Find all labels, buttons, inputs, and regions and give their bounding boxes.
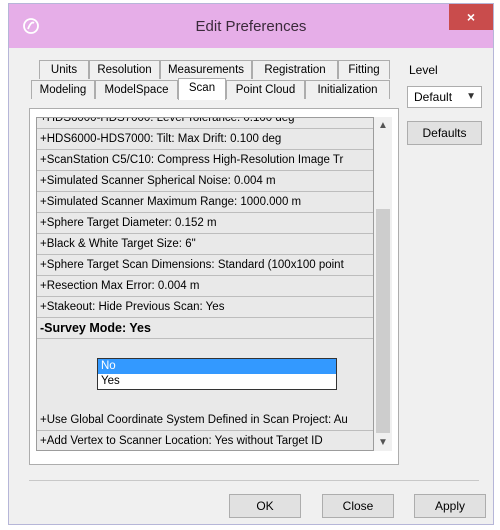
tab-measurements[interactable]: Measurements — [160, 60, 252, 79]
level-value: Default — [414, 90, 453, 104]
ok-button[interactable]: OK — [229, 494, 301, 518]
window-title: Edit Preferences — [195, 18, 307, 35]
chevron-down-icon: ▼ — [466, 91, 476, 102]
title-bar: Edit Preferences × — [9, 4, 493, 48]
list-item[interactable]: +Resection Max Error: 0.004 m — [37, 276, 373, 297]
list-item[interactable]: +Simulated Scanner Spherical Noise: 0.00… — [37, 171, 373, 192]
level-select[interactable]: Default ▼ — [407, 86, 482, 108]
list-item[interactable]: +Simulated Scanner Maximum Range: 1000.0… — [37, 192, 373, 213]
list-item[interactable]: +HDS6000-HDS7000: Level Tolerance: 0.100… — [37, 118, 373, 129]
list-item[interactable]: +Add Vertex to Scanner Location: Yes wit… — [37, 431, 373, 450]
tab-scan[interactable]: Scan — [178, 78, 226, 100]
list-item[interactable]: +Use Global Coordinate System Defined in… — [37, 410, 373, 431]
edit-preferences-window: Edit Preferences × Units Resolution Meas… — [8, 3, 494, 525]
tab-point-cloud[interactable]: Point Cloud — [226, 80, 305, 99]
level-label: Level — [409, 63, 438, 77]
scrollbar-thumb[interactable] — [376, 209, 390, 433]
survey-mode-options[interactable]: No Yes — [97, 358, 337, 390]
close-window-button[interactable]: × — [449, 4, 493, 30]
option-yes[interactable]: Yes — [98, 374, 336, 389]
list-item[interactable]: +ScanStation C5/C10: Compress High-Resol… — [37, 150, 373, 171]
list-item[interactable]: +HDS6000-HDS7000: Tilt: Max Drift: 0.100… — [37, 129, 373, 150]
tab-registration[interactable]: Registration — [252, 60, 338, 79]
defaults-button[interactable]: Defaults — [407, 121, 482, 145]
tab-modeling[interactable]: Modeling — [31, 80, 95, 99]
tab-modelspace[interactable]: ModelSpace — [95, 80, 178, 99]
list-item[interactable]: +Sphere Target Scan Dimensions: Standard… — [37, 255, 373, 276]
footer-separator — [29, 480, 479, 481]
list-scrollbar[interactable]: ▲ ▼ — [374, 117, 392, 451]
list-item[interactable]: +Stakeout: Hide Previous Scan: Yes — [37, 297, 373, 318]
tab-initialization[interactable]: Initialization — [305, 80, 390, 99]
scroll-up-icon[interactable]: ▲ — [374, 117, 392, 134]
option-no[interactable]: No — [98, 359, 336, 374]
apply-button[interactable]: Apply — [414, 494, 486, 518]
scan-tab-panel: +HDS6000-HDS7000: Level Tolerance: 0.100… — [29, 108, 399, 465]
preferences-list[interactable]: +HDS6000-HDS7000: Level Tolerance: 0.100… — [36, 117, 374, 451]
tab-fitting[interactable]: Fitting — [338, 60, 390, 79]
tab-units[interactable]: Units — [39, 60, 89, 79]
list-item[interactable]: +Black & White Target Size: 6" — [37, 234, 373, 255]
close-button[interactable]: Close — [322, 494, 394, 518]
list-item-survey-mode[interactable]: -Survey Mode: Yes — [37, 318, 373, 339]
tab-resolution[interactable]: Resolution — [89, 60, 160, 79]
list-item[interactable]: +Sphere Target Diameter: 0.152 m — [37, 213, 373, 234]
scroll-down-icon[interactable]: ▼ — [374, 434, 392, 451]
